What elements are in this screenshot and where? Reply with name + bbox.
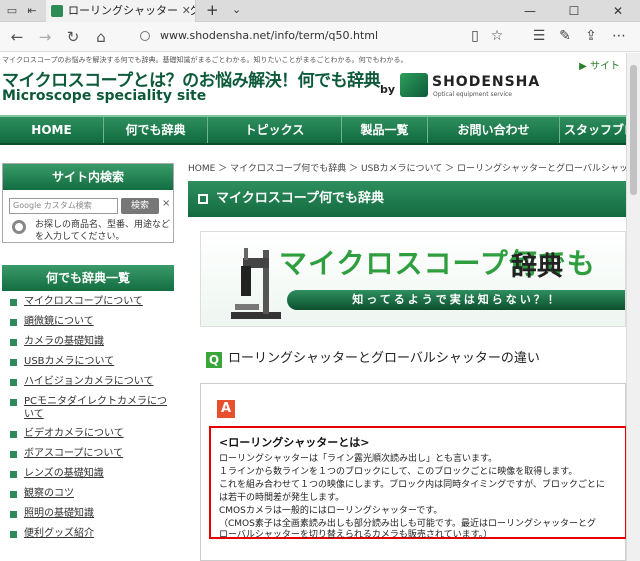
nav-staff-blog[interactable]: スタッフブロ: [560, 117, 626, 143]
window-close-icon[interactable]: ✕: [596, 0, 640, 22]
question-row: Q ローリングシャッターとグローバルシャッターの違い: [206, 347, 540, 368]
bullet-icon: [10, 511, 17, 518]
bullet-icon: [10, 491, 17, 498]
answer-title: <ローリングシャッターとは>: [219, 436, 370, 449]
nav-dictionary[interactable]: 何でも辞典: [104, 117, 208, 143]
more-icon[interactable]: ⋯: [610, 28, 628, 44]
nav-topics[interactable]: トピックス: [208, 117, 342, 143]
answer-line: CMOSカメラは一般的にはローリングシャッターです。: [219, 506, 443, 516]
vertical-scrollbar[interactable]: [626, 53, 640, 561]
clear-search-icon[interactable]: ×: [162, 198, 170, 209]
sidebar-item-lighting-basics[interactable]: 照明の基礎知識: [8, 507, 172, 527]
tab-active[interactable]: ローリングシャッターとグローバ ✕: [46, 0, 196, 22]
main-nav: HOME 何でも辞典 トピックス 製品一覧 お問い合わせ スタッフブロ: [0, 115, 626, 145]
bullet-icon: [10, 399, 17, 406]
sitemap-link[interactable]: ▶ サイト: [579, 57, 620, 72]
dictionary-banner: マイクロスコープ何でも 辞典 知ってるようで実は知らない？！: [200, 231, 626, 327]
tab-aside-icon[interactable]: ⇤: [24, 3, 40, 19]
tab-dropdown-icon[interactable]: ⌄: [232, 3, 241, 16]
bullet-icon: [10, 319, 17, 326]
tab-title: ローリングシャッターとグローバ: [68, 4, 195, 17]
sidebar-item-biological-microscope[interactable]: 顕微鏡について: [8, 315, 172, 335]
answer-line: これを組み合わせて１つの映像にします。ブロック内は同時タイミングですが、ブロック…: [219, 480, 605, 490]
by-label: by: [380, 83, 396, 96]
dictionary-list-heading: 何でも辞典一覧: [2, 265, 174, 291]
search-hint: お探しの商品名、型番、用途などを入力してください。: [35, 220, 171, 242]
share-icon[interactable]: ⇪: [582, 28, 600, 44]
site-search-box: サイト内検索 Google カスタム検索 検索 × お探しの商品名、型番、用途な…: [2, 163, 174, 243]
banner-title-dictionary: 辞典: [511, 252, 564, 282]
bullet-icon: [10, 531, 17, 538]
nav-contact[interactable]: お問い合わせ: [428, 117, 560, 143]
bullet-icon: [10, 431, 17, 438]
web-note-icon[interactable]: ✎: [556, 28, 574, 44]
question-badge-icon: Q: [206, 352, 222, 368]
sidebar-item-pc-monitor-camera[interactable]: PCモニタダイレクトカメラについて: [8, 395, 172, 427]
browser-window: ▭ ⇤ ローリングシャッターとグローバ ✕ + ⌄ — ☐ ✕ ← → ↻ ⌂ …: [0, 0, 640, 561]
reading-view-icon[interactable]: ▯: [466, 28, 484, 44]
site-description: マイクロスコープのお悩みを解決する何でも辞典。基礎知識がまるごとわかる。知りたい…: [2, 56, 408, 64]
dictionary-list: マイクロスコープについて 顕微鏡について カメラの基礎知識 USBカメラについて…: [8, 295, 172, 547]
web-page: マイクロスコープのお悩みを解決する何でも辞典。基礎知識がまるごとわかる。知りたい…: [0, 53, 626, 561]
banner-tagline: 知ってるようで実は知らない？！: [287, 290, 625, 310]
back-icon[interactable]: ←: [8, 28, 26, 46]
sidebar-item-microscope[interactable]: マイクロスコープについて: [8, 295, 172, 315]
search-button[interactable]: 検索: [121, 198, 159, 214]
nav-products[interactable]: 製品一覧: [342, 117, 428, 143]
forward-icon[interactable]: →: [36, 28, 54, 46]
site-search-heading: サイト内検索: [3, 164, 173, 190]
bullet-icon: [10, 379, 17, 386]
answer-line: １ラインから数ラインを１つのブロックにして、このブロックごとに映像を取得します。: [219, 467, 578, 477]
bullet-icon: [10, 299, 17, 306]
site-subtitle: Microscope speciality site: [2, 88, 207, 104]
bullet-icon: [10, 339, 17, 346]
answer-line: は若干の時間差が発生します。: [219, 493, 345, 503]
maximize-icon[interactable]: ☐: [552, 0, 596, 22]
sidebar-item-usb-camera[interactable]: USBカメラについて: [8, 355, 172, 375]
favorites-hub-icon[interactable]: ☰: [530, 28, 548, 44]
tab-preview-icon[interactable]: ▭: [4, 3, 20, 19]
tab-bar: ▭ ⇤ ローリングシャッターとグローバ ✕ + ⌄ — ☐ ✕: [0, 0, 640, 22]
answer-badge-icon: A: [217, 400, 235, 418]
sidebar-item-useful-goods[interactable]: 便利グッズ紹介: [8, 527, 172, 547]
answer-panel: A <ローリングシャッターとは> ローリングシャッターは「ライン露光順次読み出し…: [200, 383, 626, 561]
sidebar-item-borescope[interactable]: ボアスコープについて: [8, 447, 172, 467]
list-icon: [198, 194, 208, 204]
sidebar-item-hd-camera[interactable]: ハイビジョンカメラについて: [8, 375, 172, 395]
shodensha-logo[interactable]: [400, 73, 428, 97]
minimize-icon[interactable]: —: [508, 0, 552, 22]
answer-line: ローバルシャッターを切り替えられるカメラも販売されています。）: [219, 530, 493, 540]
favorite-star-icon[interactable]: ☆: [488, 28, 506, 44]
new-tab-icon[interactable]: +: [206, 1, 219, 19]
brand-name: SHODENSHA: [432, 74, 541, 90]
dictionary-list-box: 何でも辞典一覧 マイクロスコープについて 顕微鏡について カメラの基礎知識 US…: [2, 265, 174, 561]
breadcrumb[interactable]: HOME ＞ マイクロスコープ何でも辞典 ＞ USBカメラについて ＞ ローリン…: [188, 161, 626, 174]
main-heading: マイクロスコープ何でも辞典: [188, 181, 626, 217]
search-input[interactable]: Google カスタム検索: [9, 198, 118, 214]
bullet-icon: [10, 451, 17, 458]
close-tab-icon[interactable]: ✕: [178, 0, 191, 22]
refresh-icon[interactable]: ↻: [64, 28, 82, 46]
sidebar-item-lens-basics[interactable]: レンズの基礎知識: [8, 467, 172, 487]
answer-line: ローリングシャッターは「ライン露光順次読み出し」とも言います。: [219, 454, 498, 464]
sidebar-item-video-camera[interactable]: ビデオカメラについて: [8, 427, 172, 447]
rolling-shutter-box: <ローリングシャッターとは> ローリングシャッターは「ライン露光順次読み出し」と…: [209, 426, 626, 540]
site-info-icon[interactable]: [140, 31, 150, 41]
magnifier-icon: [12, 220, 26, 234]
nav-home[interactable]: HOME: [0, 117, 104, 143]
scrollbar-thumb[interactable]: [630, 65, 637, 195]
brand-subtitle: Optical equipment service: [433, 91, 512, 98]
bullet-icon: [10, 359, 17, 366]
question-text: ローリングシャッターとグローバルシャッターの違い: [228, 351, 540, 366]
sidebar-item-observation-tips[interactable]: 観察のコツ: [8, 487, 172, 507]
url-field[interactable]: www.shodensha.net/info/term/q50.html: [160, 29, 378, 42]
sidebar-item-camera-basics[interactable]: カメラの基礎知識: [8, 335, 172, 355]
bullet-icon: [10, 471, 17, 478]
address-bar: ← → ↻ ⌂ www.shodensha.net/info/term/q50.…: [0, 22, 640, 52]
home-icon[interactable]: ⌂: [92, 28, 110, 46]
site-favicon-icon: [51, 5, 63, 17]
